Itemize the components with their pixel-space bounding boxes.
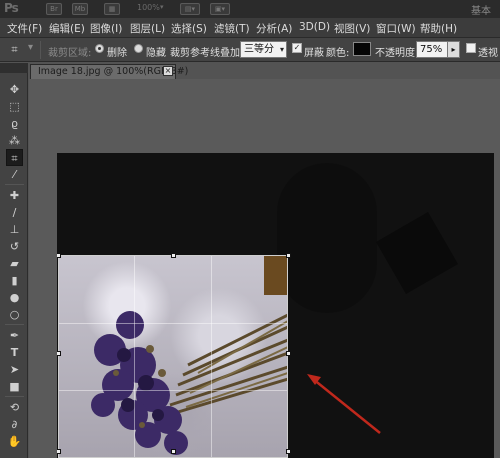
menu-filter[interactable]: 滤镜(T) [214, 21, 250, 36]
hide-radio[interactable] [134, 44, 143, 53]
bridge-icon[interactable]: Br [46, 3, 62, 15]
opacity-slider-button[interactable]: ▸ [447, 41, 460, 58]
delete-radio[interactable] [95, 44, 104, 53]
toolbox: ✥ ⬚ ϱ ⁂ ⌗ ⁄ ✚ ∕ ⊥ ↺ ▰ ▮ ● ○ ✒ T ➤ ■ ⟲ ∂ … [0, 63, 28, 458]
perspective-checkbox[interactable] [466, 43, 476, 53]
app-logo: Ps [4, 1, 19, 15]
document-tab[interactable]: Image 18.jpg @ 100%(RGB/8#) [30, 64, 188, 79]
3d-rotate-icon[interactable]: ⟲ [6, 399, 23, 416]
healing-brush-icon[interactable]: ✚ [6, 187, 23, 204]
toolbox-divider [5, 396, 24, 397]
menu-analysis[interactable]: 分析(A) [256, 21, 292, 36]
overlay-value: 三等分 [244, 44, 274, 55]
eyedropper-icon[interactable]: ⁄ [6, 166, 23, 183]
blur-icon[interactable]: ● [6, 289, 23, 306]
shape-icon[interactable]: ■ [6, 378, 23, 395]
mini-bridge-icon[interactable]: Mb [72, 3, 88, 15]
close-icon[interactable]: × [163, 66, 173, 76]
clone-stamp-icon[interactable]: ⊥ [6, 221, 23, 238]
title-bar: Ps Br Mb ▦ 100% ▾ ▤▾ ▣▾ 基本 [0, 0, 500, 18]
annotation-arrow [307, 374, 381, 434]
color-label: 颜色: [326, 48, 350, 59]
lasso-icon[interactable]: ϱ [6, 115, 23, 132]
menu-file[interactable]: 文件(F) [7, 21, 42, 36]
quick-select-icon[interactable]: ⁂ [6, 132, 23, 149]
dodge-icon[interactable]: ○ [6, 306, 23, 323]
chevron-down-icon: ▾ [279, 45, 284, 54]
menu-help[interactable]: 帮助(H) [420, 21, 457, 36]
brush-icon[interactable]: ∕ [6, 204, 23, 221]
eraser-icon[interactable]: ▰ [6, 255, 23, 272]
view-extras-icon[interactable]: ▦ [104, 3, 120, 15]
toolbox-header[interactable] [0, 63, 28, 73]
type-icon[interactable]: T [6, 344, 23, 361]
toolbox-divider [5, 324, 24, 325]
hide-label: 隐藏 [146, 48, 166, 59]
opacity-label: 不透明度: [375, 48, 419, 59]
perspective-label: 透视 [478, 48, 498, 59]
options-bar: ⌗ ▾ 裁剪区域: 删除 隐藏 裁剪参考线叠加: 三等分 ▾ ✓ 屏蔽 颜色: … [0, 38, 500, 62]
overlay-select[interactable]: 三等分 ▾ [240, 41, 287, 58]
menu-3d[interactable]: 3D(D) [299, 21, 330, 33]
image-canvas[interactable] [57, 153, 494, 458]
preset-caret-icon[interactable]: ▾ [28, 42, 33, 53]
path-select-icon[interactable]: ➤ [6, 361, 23, 378]
shield-checkbox[interactable]: ✓ [292, 43, 302, 53]
zoom-caret-icon[interactable]: ▾ [160, 3, 164, 11]
marquee-icon[interactable]: ⬚ [6, 98, 23, 115]
menu-window[interactable]: 窗口(W) [376, 21, 416, 36]
menu-select[interactable]: 选择(S) [171, 21, 207, 36]
overlay-label: 裁剪参考线叠加: [170, 48, 244, 59]
crop-icon[interactable]: ⌗ [6, 149, 23, 166]
menu-edit[interactable]: 编辑(E) [49, 21, 85, 36]
menu-layer[interactable]: 图层(L) [130, 21, 165, 36]
delete-label: 删除 [107, 48, 127, 59]
zoom-level[interactable]: 100% [137, 3, 160, 12]
hand-icon[interactable]: ✋ [6, 433, 23, 450]
toolbox-divider [5, 184, 24, 185]
gradient-icon[interactable]: ▮ [6, 272, 23, 289]
menu-bar: 文件(F) 编辑(E) 图像(I) 图层(L) 选择(S) 滤镜(T) 分析(A… [0, 18, 500, 38]
shield-label: 屏蔽 [304, 48, 324, 59]
workspace-switcher[interactable]: 基本 [471, 2, 491, 17]
options-separator [40, 41, 41, 59]
pen-icon[interactable]: ✒ [6, 327, 23, 344]
shield-color-swatch[interactable] [353, 42, 371, 56]
menu-image[interactable]: 图像(I) [90, 21, 122, 36]
arrange-documents-icon[interactable]: ▤▾ [180, 3, 200, 15]
crop-area-label: 裁剪区域: [48, 48, 92, 59]
crop-tool-preset-icon[interactable]: ⌗ [6, 41, 23, 58]
3d-camera-icon[interactable]: ∂ [6, 416, 23, 433]
screen-mode-icon[interactable]: ▣▾ [210, 3, 230, 15]
history-brush-icon[interactable]: ↺ [6, 238, 23, 255]
menu-view[interactable]: 视图(V) [334, 21, 370, 36]
move-icon[interactable]: ✥ [6, 81, 23, 98]
